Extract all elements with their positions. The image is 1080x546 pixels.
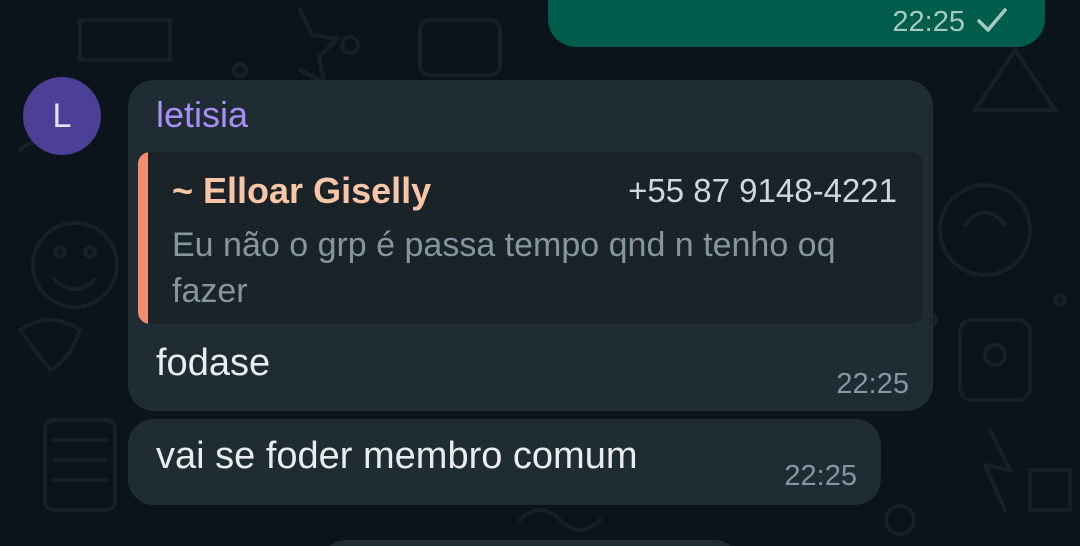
next-message-bubble-peek [320,540,740,546]
quote-text: Eu não o grp é passa tempo qnd n tenho o… [172,226,836,310]
message-time-2: 22:25 [784,460,857,492]
incoming-message-bubble[interactable]: letisia ~ Elloar Giselly +55 87 9148-422… [128,80,933,411]
outgoing-message-bubble[interactable]: K 22:25 [548,0,1045,47]
chat-background: K 22:25 L letisia ~ Elloar Giselly +55 8… [0,0,1080,546]
sender-name[interactable]: letisia [156,94,248,136]
avatar[interactable]: L [23,77,101,155]
quote-accent-bar [138,152,148,324]
outgoing-message-time: 22:25 [892,6,965,38]
quoted-message[interactable]: ~ Elloar Giselly +55 87 9148-4221 Eu não… [138,152,923,324]
quote-author: ~ Elloar Giselly [172,170,432,211]
message-text-2: vai se foder membro comum [156,435,638,477]
message-text: fodase [156,342,271,384]
quote-phone: +55 87 9148-4221 [628,172,897,209]
message-time: 22:25 [836,368,909,400]
incoming-message-bubble-2[interactable]: vai se foder membro comum 22:25 [128,419,881,505]
single-check-icon [977,8,1007,32]
outgoing-message-text: K [578,0,602,4]
